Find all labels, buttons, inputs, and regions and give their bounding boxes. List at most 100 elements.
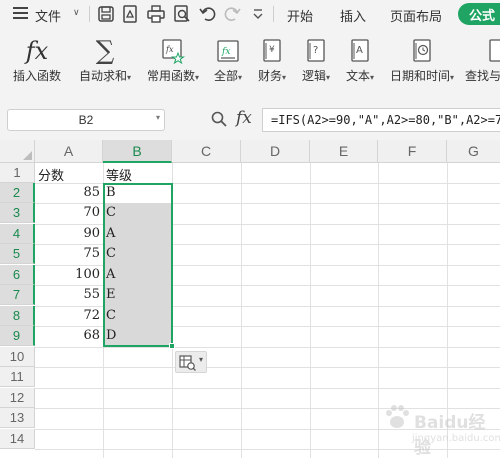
row-header-14[interactable]: 14 (0, 429, 35, 449)
row-header-6[interactable]: 6 (0, 265, 35, 285)
svg-text:¥: ¥ (269, 45, 275, 55)
ribbon-label: 日期和时间 (389, 69, 450, 83)
redo-icon[interactable] (222, 4, 242, 24)
menu-bar: 文件 ∨ 开始 插入 页面布局 公式 (0, 0, 500, 28)
common-functions-button[interactable]: fx 常用函数▾ (140, 36, 206, 86)
svg-text:fx: fx (165, 45, 174, 54)
text-book-icon: A (340, 36, 380, 66)
ribbon-label: 财务 (257, 69, 282, 83)
undo-icon[interactable] (198, 4, 218, 24)
all-functions-icon: fx (210, 36, 246, 66)
svg-text:?: ? (313, 45, 318, 56)
search-icon[interactable] (210, 110, 228, 128)
column-header-e[interactable]: E (310, 140, 378, 163)
watermark-url: jingyan.baidu.com (412, 433, 500, 444)
ribbon-label: 逻辑 (301, 69, 326, 83)
star-function-icon: fx (140, 36, 206, 66)
fx-icon[interactable]: fx (236, 108, 252, 128)
tab-home[interactable]: 开始 (287, 6, 313, 25)
all-functions-button[interactable]: fx 全部▾ (210, 36, 246, 86)
logic-book-icon: ? (296, 36, 336, 66)
text-functions-button[interactable]: A 文本▾ (340, 36, 380, 86)
watermark: Baidu经验 jingyan.baidu.com (382, 402, 500, 458)
row-header-2[interactable]: 2 (0, 183, 35, 203)
row-header-11[interactable]: 11 (0, 367, 35, 387)
row-header-10[interactable]: 10 (0, 347, 35, 367)
cell-b1[interactable]: 等级 (103, 163, 172, 184)
ribbon-label: 常用函数 (146, 69, 195, 83)
cell-a2[interactable]: 85 (35, 183, 103, 203)
customize-toolbar-icon[interactable] (248, 4, 268, 24)
ribbon-label: 插入函数 (12, 69, 61, 83)
fill-handle[interactable] (169, 343, 175, 349)
financial-functions-button[interactable]: ¥ 财务▾ (252, 36, 292, 86)
datetime-book-icon (383, 36, 461, 66)
save-icon[interactable] (96, 4, 116, 24)
svg-text:A: A (356, 45, 363, 56)
lookup-functions-button[interactable]: 查找与 (465, 36, 500, 86)
fx-icon: fx (25, 37, 49, 65)
datetime-functions-button[interactable]: 日期和时间▾ (383, 36, 461, 86)
ribbon-label: 查找与 (465, 69, 500, 83)
gridline (35, 388, 500, 389)
column-header-f[interactable]: F (378, 140, 447, 163)
column-header-g[interactable]: G (447, 140, 500, 163)
quick-analysis-button[interactable]: ▾ (175, 351, 207, 373)
select-all-corner[interactable] (0, 140, 35, 163)
insert-function-button[interactable]: fx 插入函数 (8, 36, 66, 86)
row-header-3[interactable]: 3 (0, 203, 35, 223)
row-header-12[interactable]: 12 (0, 388, 35, 408)
column-header-b[interactable]: B (103, 140, 172, 163)
row-header-1[interactable]: 1 (0, 163, 35, 183)
logical-functions-button[interactable]: ? 逻辑▾ (296, 36, 336, 86)
autosum-button[interactable]: ∑ 自动求和▾ (72, 36, 138, 86)
ribbon-label: 文本 (345, 69, 370, 83)
row-header-7[interactable]: 7 (0, 285, 35, 305)
finance-book-icon: ¥ (252, 36, 292, 66)
row-header-5[interactable]: 5 (0, 244, 35, 264)
paw-logo-icon (386, 405, 409, 428)
ribbon-label: 全部 (213, 69, 238, 83)
cell-a5[interactable]: 75 (35, 244, 103, 264)
export-pdf-icon[interactable] (120, 4, 140, 24)
tab-insert[interactable]: 插入 (340, 6, 366, 25)
file-menu[interactable]: 文件 (35, 6, 61, 25)
column-header-c[interactable]: C (172, 140, 241, 163)
print-icon[interactable] (146, 4, 166, 24)
tab-page-layout[interactable]: 页面布局 (390, 6, 442, 25)
row-header-9[interactable]: 9 (0, 326, 35, 346)
cell-a8[interactable]: 72 (35, 306, 103, 326)
quick-analysis-icon (179, 355, 196, 371)
toolbar-divider (89, 6, 90, 22)
cell-a3[interactable]: 70 (35, 203, 103, 223)
svg-text:fx: fx (221, 47, 230, 57)
selection-border (103, 183, 173, 347)
cell-a4[interactable]: 90 (35, 224, 103, 244)
cell-a1[interactable]: 分数 (35, 163, 103, 184)
chevron-down-icon[interactable]: ▾ (156, 113, 160, 122)
cell-a9[interactable]: 68 (35, 326, 103, 346)
chevron-down-icon[interactable]: ∨ (73, 8, 80, 18)
name-box[interactable]: B2 (7, 109, 165, 131)
column-header-d[interactable]: D (241, 140, 310, 163)
lookup-book-icon (465, 36, 500, 66)
tab-formulas[interactable]: 公式 (458, 3, 500, 25)
row-header-4[interactable]: 4 (0, 224, 35, 244)
gridline (310, 163, 311, 458)
row-header-8[interactable]: 8 (0, 306, 35, 326)
print-preview-icon[interactable] (172, 4, 192, 24)
hamburger-menu-icon[interactable] (13, 7, 28, 19)
gridline (378, 163, 379, 458)
column-header-a[interactable]: A (35, 140, 103, 163)
gridline (241, 163, 242, 458)
toolbar-divider (273, 6, 274, 22)
chevron-down-icon: ▾ (199, 355, 204, 364)
cell-a6[interactable]: 100 (35, 265, 103, 285)
gridline (35, 367, 500, 368)
sigma-icon: ∑ (95, 36, 115, 66)
gridline (35, 347, 500, 348)
ribbon-label: 自动求和 (78, 69, 127, 83)
row-header-13[interactable]: 13 (0, 408, 35, 428)
formula-input[interactable]: =IFS(A2>=90,"A",A2>=80,"B",A2>=70 (262, 108, 500, 132)
cell-a7[interactable]: 55 (35, 285, 103, 305)
